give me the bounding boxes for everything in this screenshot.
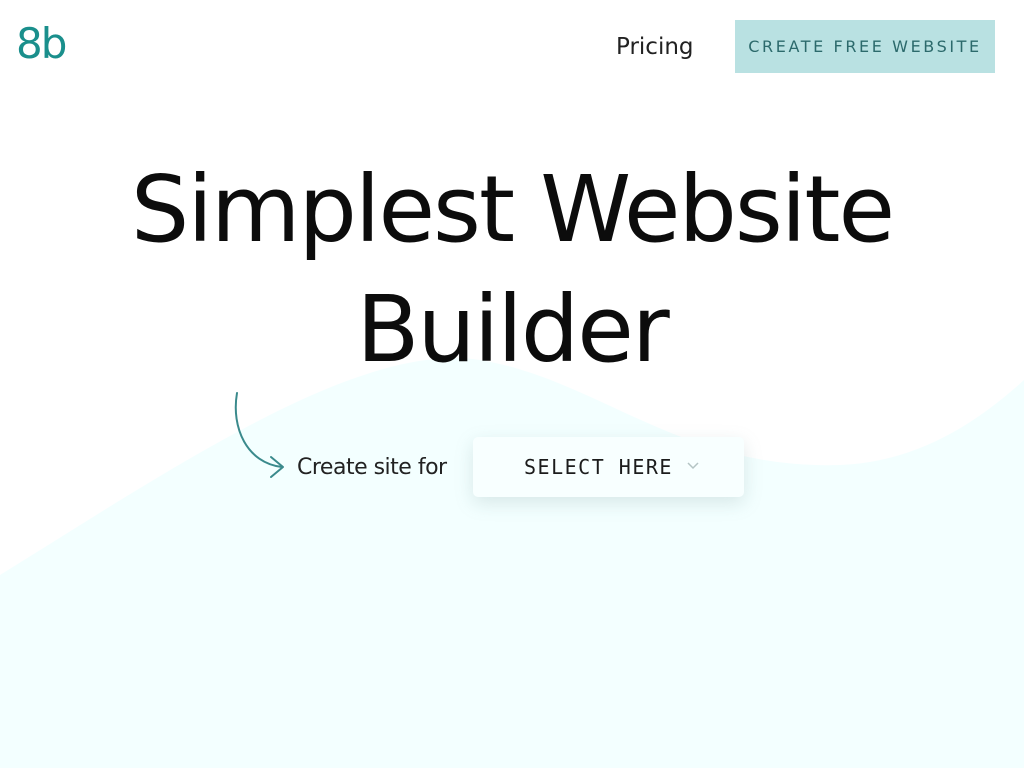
hero-title-line-1: Simplest Website: [130, 156, 895, 263]
site-header: 8b Pricing CREATE FREE WEBSITE: [0, 0, 1024, 94]
hero-title-line-2: Builder: [356, 276, 669, 383]
select-label: SELECT HERE: [524, 455, 673, 479]
logo[interactable]: 8b: [16, 20, 67, 68]
nav-link-pricing[interactable]: Pricing: [616, 31, 694, 63]
hero-title: Simplest Website Builder: [0, 150, 1024, 390]
chevron-down-icon: [687, 462, 699, 470]
create-free-website-button[interactable]: CREATE FREE WEBSITE: [735, 20, 995, 73]
landing-page: 8b Pricing CREATE FREE WEBSITE Simplest …: [0, 0, 1024, 768]
create-site-label: Create site for: [297, 455, 447, 480]
curved-arrow-icon: [234, 392, 284, 478]
site-type-select[interactable]: SELECT HERE: [473, 437, 744, 497]
